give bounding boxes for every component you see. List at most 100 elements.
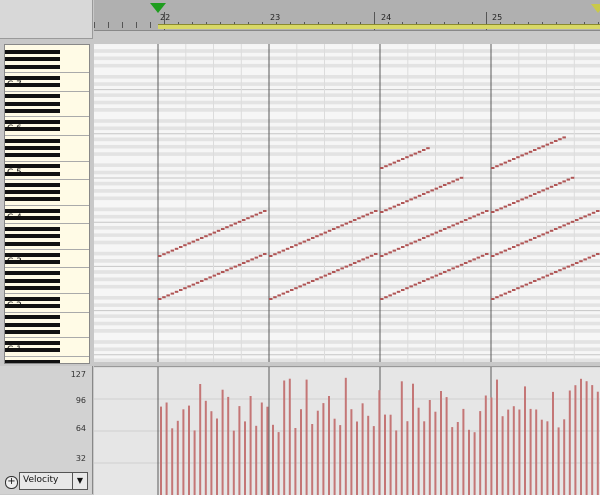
velocity-bar[interactable]: [412, 384, 414, 495]
midi-note[interactable]: [414, 197, 418, 199]
midi-note[interactable]: [541, 189, 545, 191]
midi-note[interactable]: [558, 138, 562, 140]
midi-note[interactable]: [418, 151, 422, 153]
midi-note[interactable]: [315, 235, 319, 237]
velocity-bar[interactable]: [300, 409, 302, 495]
midi-note[interactable]: [213, 232, 217, 234]
velocity-bar[interactable]: [306, 380, 308, 495]
midi-note[interactable]: [583, 215, 587, 217]
midi-note[interactable]: [414, 284, 418, 286]
midi-note[interactable]: [336, 226, 340, 228]
velocity-bar[interactable]: [362, 403, 364, 495]
midi-note[interactable]: [380, 298, 384, 300]
velocity-bar[interactable]: [188, 406, 190, 495]
midi-note[interactable]: [324, 275, 328, 277]
midi-note[interactable]: [426, 147, 430, 149]
velocity-bar[interactable]: [216, 419, 218, 495]
midi-note[interactable]: [183, 244, 187, 246]
midi-note[interactable]: [374, 253, 378, 255]
velocity-bar[interactable]: [356, 422, 358, 495]
midi-note[interactable]: [562, 180, 566, 182]
midi-note[interactable]: [405, 287, 409, 289]
black-key[interactable]: [5, 102, 60, 106]
midi-note[interactable]: [516, 287, 520, 289]
midi-note[interactable]: [166, 294, 170, 296]
midi-note[interactable]: [250, 258, 254, 260]
midi-note[interactable]: [464, 262, 468, 264]
midi-note[interactable]: [588, 257, 592, 259]
midi-note[interactable]: [508, 248, 512, 250]
midi-note[interactable]: [294, 287, 298, 289]
velocity-bar[interactable]: [479, 411, 481, 495]
midi-note[interactable]: [422, 149, 426, 151]
midi-note[interactable]: [546, 232, 550, 234]
midi-note[interactable]: [541, 233, 545, 235]
midi-note[interactable]: [204, 278, 208, 280]
midi-note[interactable]: [504, 206, 508, 208]
midi-note[interactable]: [583, 258, 587, 260]
midi-note[interactable]: [499, 294, 503, 296]
velocity-bar[interactable]: [255, 426, 257, 495]
black-key[interactable]: [5, 227, 60, 231]
velocity-bar[interactable]: [166, 403, 168, 495]
midi-note[interactable]: [401, 158, 405, 160]
loop-end-marker[interactable]: [591, 4, 600, 13]
midi-note[interactable]: [439, 230, 443, 232]
midi-note[interactable]: [345, 223, 349, 225]
midi-note[interactable]: [187, 285, 191, 287]
black-key[interactable]: [5, 183, 60, 187]
midi-note[interactable]: [533, 237, 537, 239]
midi-note[interactable]: [238, 221, 242, 223]
midi-note[interactable]: [324, 232, 328, 234]
velocity-bar[interactable]: [227, 397, 229, 495]
midi-note[interactable]: [464, 219, 468, 221]
black-key[interactable]: [5, 65, 60, 69]
midi-note[interactable]: [255, 257, 259, 259]
midi-note[interactable]: [468, 217, 472, 219]
midi-note[interactable]: [286, 248, 290, 250]
midi-note[interactable]: [405, 156, 409, 158]
midi-note[interactable]: [196, 239, 200, 241]
velocity-bar[interactable]: [541, 420, 543, 495]
midi-note[interactable]: [229, 267, 233, 269]
midi-note[interactable]: [221, 228, 225, 230]
velocity-bar[interactable]: [222, 390, 224, 495]
midi-note[interactable]: [426, 278, 430, 280]
midi-note[interactable]: [340, 267, 344, 269]
midi-note[interactable]: [315, 278, 319, 280]
black-key[interactable]: [5, 271, 60, 275]
midi-note[interactable]: [298, 242, 302, 244]
black-key[interactable]: [5, 109, 60, 113]
midi-note[interactable]: [405, 244, 409, 246]
midi-note[interactable]: [246, 260, 250, 262]
midi-note[interactable]: [529, 282, 533, 284]
velocity-lane[interactable]: [94, 366, 600, 495]
midi-note[interactable]: [554, 184, 558, 186]
midi-note[interactable]: [516, 200, 520, 202]
velocity-bar[interactable]: [266, 407, 268, 495]
velocity-bar[interactable]: [328, 396, 330, 495]
midi-note[interactable]: [546, 144, 550, 146]
midi-note[interactable]: [541, 276, 545, 278]
midi-note[interactable]: [397, 160, 401, 162]
midi-note[interactable]: [255, 214, 259, 216]
midi-note[interactable]: [592, 212, 596, 214]
velocity-bar[interactable]: [513, 406, 515, 495]
midi-note[interactable]: [529, 195, 533, 197]
velocity-bar[interactable]: [384, 415, 386, 495]
velocity-bar[interactable]: [457, 422, 459, 495]
midi-note[interactable]: [525, 153, 529, 155]
midi-note[interactable]: [562, 267, 566, 269]
note-grid-canvas[interactable]: [94, 44, 600, 362]
midi-note[interactable]: [273, 253, 277, 255]
midi-note[interactable]: [273, 296, 277, 298]
black-key[interactable]: [5, 209, 60, 213]
midi-note[interactable]: [393, 250, 397, 252]
velocity-bar[interactable]: [429, 400, 431, 495]
black-key[interactable]: [5, 146, 60, 150]
midi-note[interactable]: [477, 257, 481, 259]
midi-note[interactable]: [294, 244, 298, 246]
midi-note[interactable]: [451, 180, 455, 182]
midi-note[interactable]: [575, 262, 579, 264]
midi-note[interactable]: [397, 291, 401, 293]
